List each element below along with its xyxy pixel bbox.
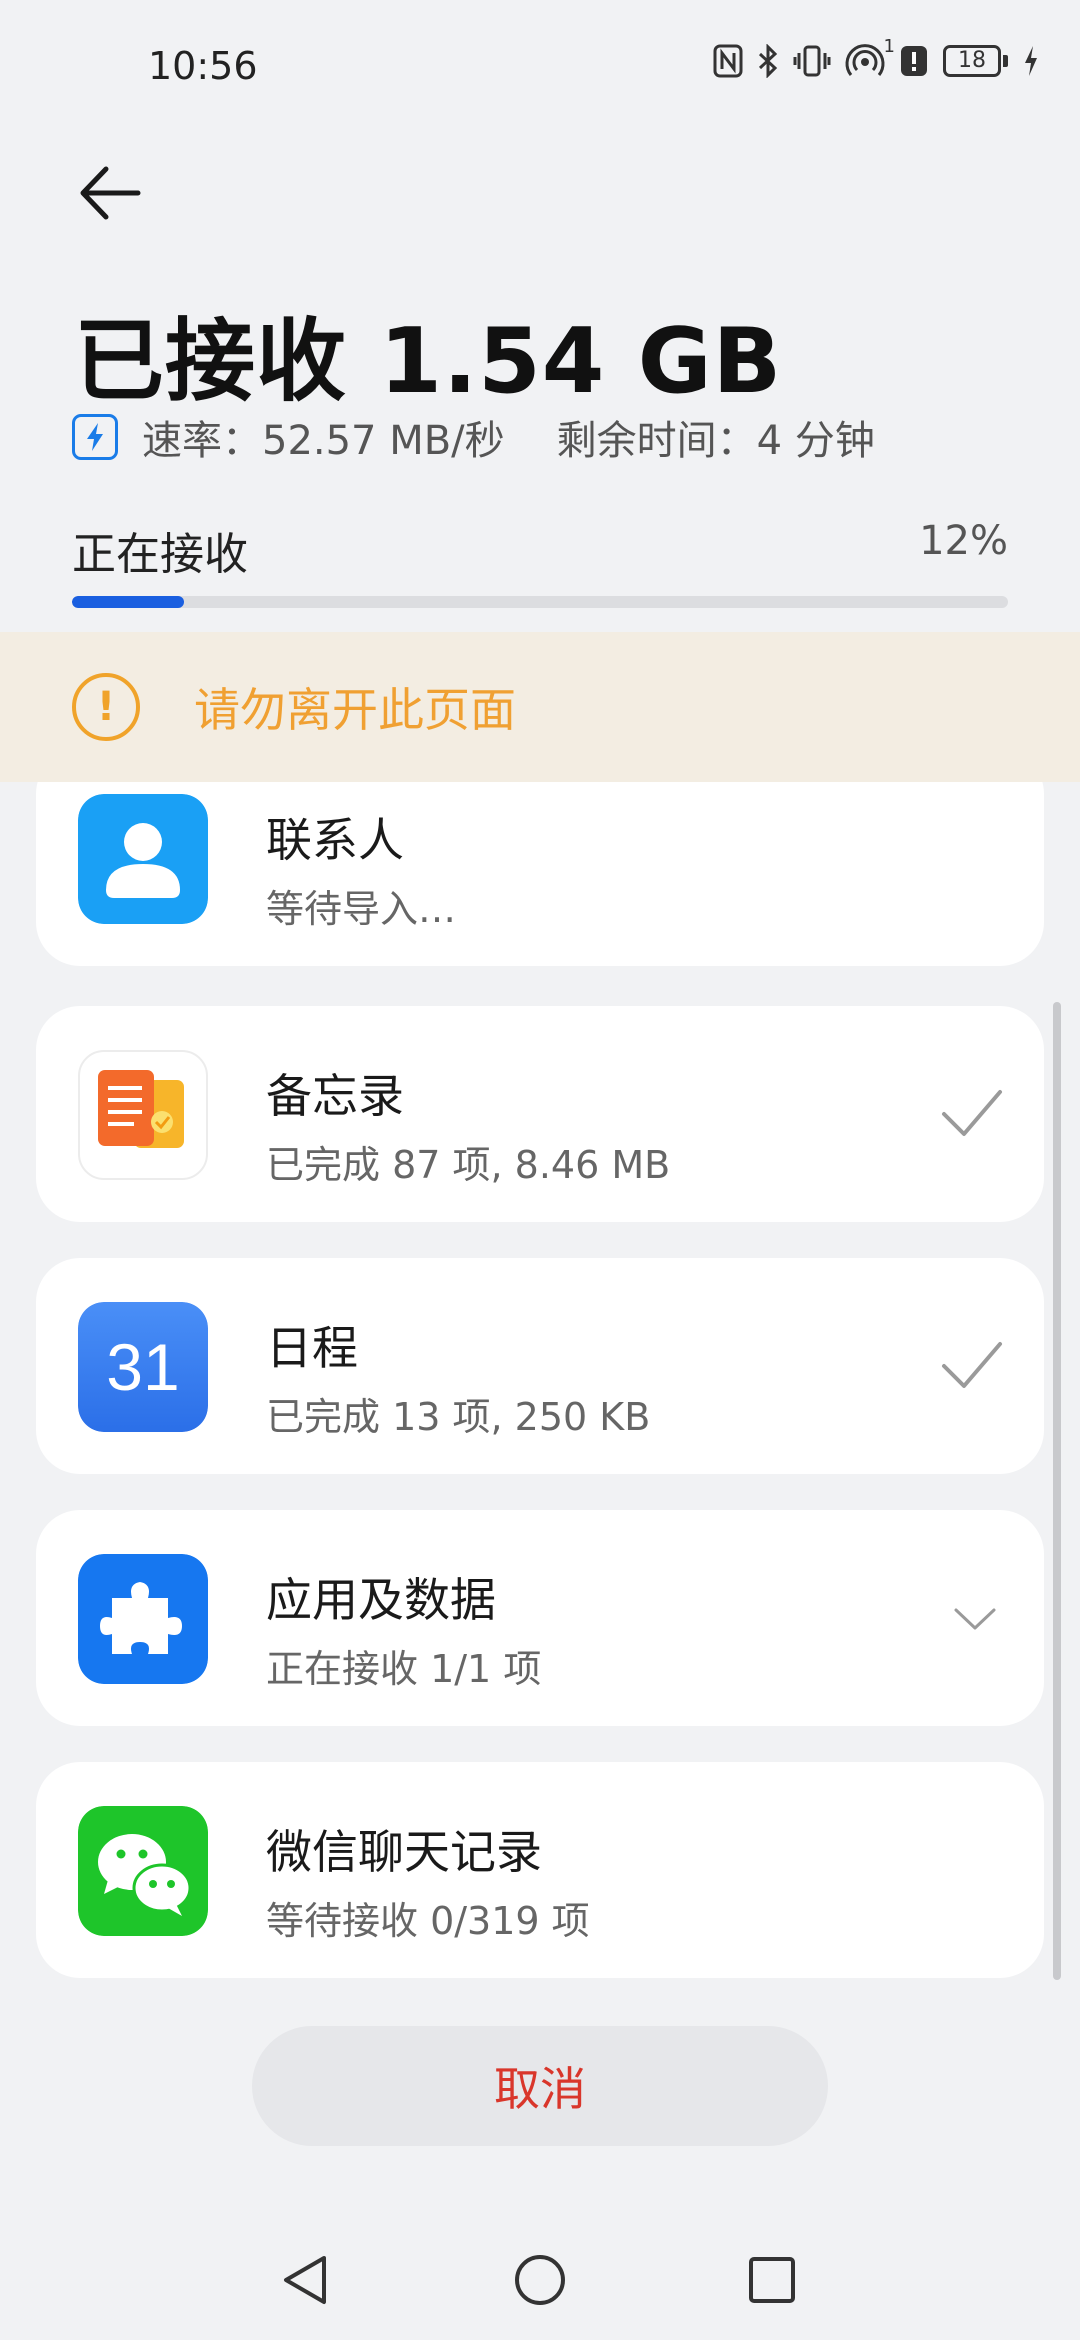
bluetooth-icon (758, 44, 778, 78)
progress-percent: 12% (919, 518, 1008, 564)
hotspot-icon (845, 44, 885, 76)
list-item-contacts[interactable]: 联系人 等待导入… (36, 782, 1044, 966)
list-item-wechat[interactable]: 微信聊天记录 等待接收 0/319 项 (36, 1762, 1044, 1978)
item-title: 备忘录 (266, 1069, 404, 1123)
notes-icon (78, 1050, 208, 1180)
status-icons: 1 18 (713, 36, 1040, 78)
speed-icon (72, 414, 118, 460)
warning-banner: ! 请勿离开此页面 (0, 632, 1080, 782)
chevron-down-icon[interactable] (950, 1604, 1000, 1634)
page-title: 已接收 1.54 GB (74, 309, 783, 414)
nav-recents-icon[interactable] (744, 2252, 800, 2308)
check-icon (942, 1342, 1002, 1388)
list-item-calendar[interactable]: 31 日程 已完成 13 项, 250 KB (36, 1258, 1044, 1474)
back-button[interactable] (70, 158, 150, 228)
navigation-bar (0, 2220, 1080, 2340)
warning-icon: ! (72, 673, 140, 741)
warning-text: 请勿离开此页面 (194, 683, 516, 737)
item-status: 已完成 87 项, 8.46 MB (266, 1143, 671, 1187)
status-time: 10:56 (148, 44, 258, 88)
transfer-rate: 速率：52.57 MB/秒 (142, 418, 505, 464)
item-title: 日程 (266, 1321, 358, 1375)
item-title: 微信聊天记录 (266, 1825, 542, 1879)
progress-label: 正在接收 (72, 529, 248, 580)
progress-bar-fill (72, 596, 185, 608)
check-icon (942, 1090, 1002, 1136)
item-title: 联系人 (266, 813, 404, 867)
remaining-time: 剩余时间：4 分钟 (556, 418, 875, 464)
alert-icon (901, 46, 927, 76)
back-arrow-icon (80, 166, 141, 220)
calendar-icon: 31 (78, 1302, 208, 1432)
cancel-button[interactable]: 取消 (252, 2026, 828, 2146)
list-item-apps-data[interactable]: 应用及数据 正在接收 1/1 项 (36, 1510, 1044, 1726)
item-status: 等待接收 0/319 项 (266, 1899, 590, 1943)
transfer-stats: 速率：52.57 MB/秒 剩余时间：4 分钟 (72, 408, 875, 466)
puzzle-icon (78, 1554, 208, 1684)
nav-back-icon[interactable] (278, 2252, 334, 2308)
item-title: 应用及数据 (266, 1573, 496, 1627)
wechat-icon (78, 1806, 208, 1936)
nav-home-icon[interactable] (512, 2252, 568, 2308)
calendar-icon-number: 31 (106, 1330, 179, 1404)
nfc-icon (713, 44, 743, 78)
item-status: 已完成 13 项, 250 KB (266, 1395, 651, 1439)
scrollbar[interactable] (1053, 1002, 1061, 1980)
item-status: 正在接收 1/1 项 (266, 1647, 542, 1691)
item-status: 等待导入… (266, 887, 457, 931)
battery-icon: 18 (943, 45, 1008, 77)
vibrate-icon (793, 45, 831, 77)
battery-level: 18 (943, 45, 1001, 77)
status-bar: 10:56 1 18 (0, 0, 1080, 130)
hotspot-count: 1 (883, 36, 895, 57)
progress-bar (72, 596, 1008, 608)
list-item-notes[interactable]: 备忘录 已完成 87 项, 8.46 MB (36, 1006, 1044, 1222)
transfer-receive-page: 10:56 1 18 已接收 1.54 GB 速率：52.57 MB/秒 剩余时… (0, 0, 1080, 2340)
transfer-items-list[interactable]: 联系人 等待导入… 备忘录 已完成 87 项, 8.46 MB 31 日程 已完… (36, 782, 1044, 1982)
charging-icon (1025, 46, 1037, 76)
contacts-icon (78, 794, 208, 924)
